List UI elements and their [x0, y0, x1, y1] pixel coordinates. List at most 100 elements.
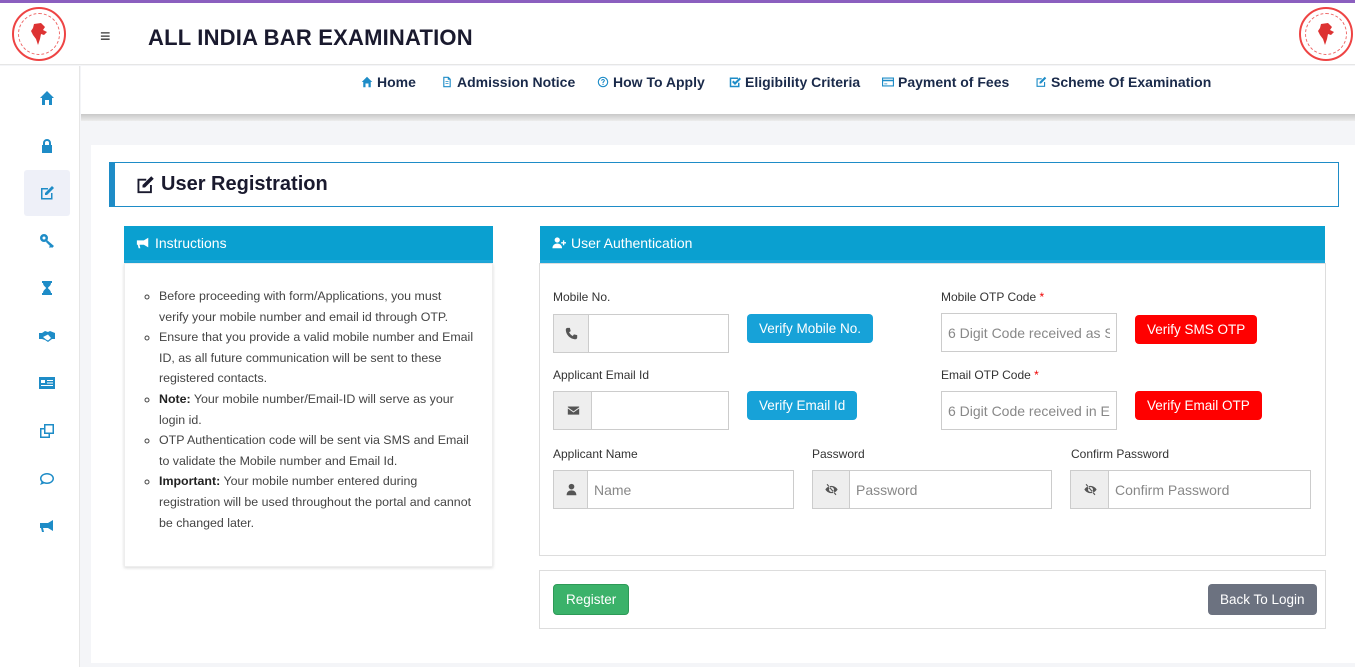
bci-logo-right [1299, 7, 1353, 61]
email-otp-label-text: Email OTP Code [941, 368, 1031, 382]
page-header: User Registration [109, 162, 1339, 207]
handshake-icon [39, 331, 55, 342]
lock-icon [42, 139, 52, 153]
user-addon [553, 470, 588, 509]
verify-email-button[interactable]: Verify Email Id [747, 391, 858, 420]
sidebar-item-comments[interactable] [24, 456, 70, 502]
required-marker: * [1039, 290, 1045, 304]
edit-icon [1036, 76, 1047, 87]
sidebar-item-home[interactable] [24, 75, 70, 121]
mobile-input[interactable] [588, 314, 729, 353]
india-map-icon [31, 23, 47, 45]
phone-icon [565, 327, 578, 340]
instructions-list: Before proceeding with form/Applications… [159, 286, 474, 533]
back-to-login-button[interactable]: Back To Login [1208, 584, 1317, 615]
nav-divider [81, 114, 1355, 121]
nav-eligibility-criteria[interactable]: Eligibility Criteria [729, 74, 860, 90]
home-icon [40, 91, 54, 105]
confirm-password-addon[interactable] [1070, 470, 1109, 509]
nav-home-label: Home [377, 74, 416, 90]
mobile-otp-input[interactable] [941, 313, 1117, 352]
mobile-label: Mobile No. [553, 290, 611, 304]
bci-logo-left [12, 7, 66, 61]
verify-mobile-button[interactable]: Verify Mobile No. [747, 314, 874, 343]
app-header: ≡ ALL INDIA BAR EXAMINATION [0, 3, 1355, 65]
email-otp-input[interactable] [941, 391, 1117, 430]
nav-home[interactable]: Home [361, 74, 416, 90]
instruction-emphasis: Note: [159, 391, 191, 406]
sidebar-item-handshake[interactable] [24, 313, 70, 359]
password-addon[interactable] [812, 470, 850, 509]
instruction-item: OTP Authentication code will be sent via… [159, 430, 474, 471]
edit-icon [137, 175, 154, 193]
auth-title: User Authentication [571, 235, 693, 251]
clone-icon [40, 424, 54, 438]
name-input[interactable] [587, 470, 794, 509]
register-button[interactable]: Register [553, 584, 630, 615]
nav-payment-of-fees[interactable]: Payment of Fees [882, 74, 1009, 90]
instruction-text: OTP Authentication code will be sent via… [159, 433, 469, 468]
key-icon [40, 234, 54, 248]
confirm-password-label: Confirm Password [1071, 447, 1170, 461]
mobile-otp-label: Mobile OTP Code * [941, 290, 1044, 304]
instructions-body: Before proceeding with form/Applications… [124, 263, 493, 567]
sidebar-item-lock[interactable] [24, 123, 70, 169]
instruction-emphasis: Important: [159, 474, 221, 489]
home-icon [361, 76, 373, 88]
comments-icon [40, 473, 54, 485]
instruction-text: Your mobile number/Email-ID will serve a… [159, 391, 454, 427]
password-label: Password [812, 447, 865, 461]
sidebar-item-register[interactable] [24, 170, 70, 216]
eye-slash-icon [825, 483, 838, 496]
eye-slash-icon [1083, 483, 1097, 496]
user-plus-icon [552, 237, 566, 249]
document-icon [443, 76, 451, 88]
email-input[interactable] [591, 391, 729, 430]
email-otp-label: Email OTP Code * [941, 368, 1039, 382]
email-label: Applicant Email Id [553, 368, 650, 382]
instruction-item: Note: Your mobile number/Email-ID will s… [159, 389, 474, 430]
user-icon [566, 483, 576, 496]
sidebar-item-key[interactable] [24, 218, 70, 264]
check-square-icon [729, 77, 741, 88]
sidebar-item-clone[interactable] [24, 408, 70, 454]
sidebar-item-id-card[interactable] [24, 360, 70, 406]
edit-icon [41, 186, 54, 200]
instructions-header: Instructions [124, 226, 493, 263]
page-title: User Registration [161, 173, 328, 195]
sidebar-item-hourglass[interactable] [24, 265, 70, 311]
nav-eligibility-criteria-label: Eligibility Criteria [745, 74, 861, 90]
nav-admission-notice[interactable]: Admission Notice [441, 74, 575, 90]
credit-card-icon [882, 77, 894, 87]
id-card-icon [39, 377, 55, 389]
bullhorn-icon [136, 237, 149, 249]
instructions-title: Instructions [155, 235, 227, 251]
mobile-otp-label-text: Mobile OTP Code [941, 290, 1037, 304]
instruction-text: Ensure that you provide a valid mobile n… [159, 330, 474, 386]
envelope-icon [567, 406, 579, 415]
nav-how-to-apply[interactable]: How To Apply [597, 74, 705, 90]
bullhorn-icon [40, 520, 53, 532]
nav-payment-of-fees-label: Payment of Fees [898, 74, 1010, 90]
question-icon [597, 76, 609, 88]
sidebar-item-announcements[interactable] [24, 503, 70, 549]
verify-sms-otp-button[interactable]: Verify SMS OTP [1135, 315, 1258, 344]
sidebar [0, 66, 80, 667]
top-nav: Home Admission Notice How To Apply Eligi… [81, 66, 1355, 114]
app-title: ALL INDIA BAR EXAMINATION [148, 25, 473, 50]
name-label: Applicant Name [553, 447, 638, 461]
verify-email-otp-button[interactable]: Verify Email OTP [1135, 391, 1262, 420]
password-input[interactable] [849, 470, 1052, 509]
instruction-item: Ensure that you provide a valid mobile n… [159, 327, 474, 389]
hamburger-menu-icon[interactable]: ≡ [100, 27, 111, 45]
phone-addon [553, 314, 589, 353]
hourglass-icon [42, 281, 52, 295]
nav-scheme-of-examination[interactable]: Scheme Of Examination [1035, 74, 1211, 90]
nav-admission-notice-label: Admission Notice [457, 74, 576, 90]
instruction-item: Important: Your mobile number entered du… [159, 471, 474, 533]
confirm-password-input[interactable] [1108, 470, 1311, 509]
required-marker: * [1034, 368, 1039, 382]
instruction-item: Before proceeding with form/Applications… [159, 286, 474, 327]
auth-header: User Authentication [540, 226, 1325, 263]
email-addon [553, 391, 592, 430]
